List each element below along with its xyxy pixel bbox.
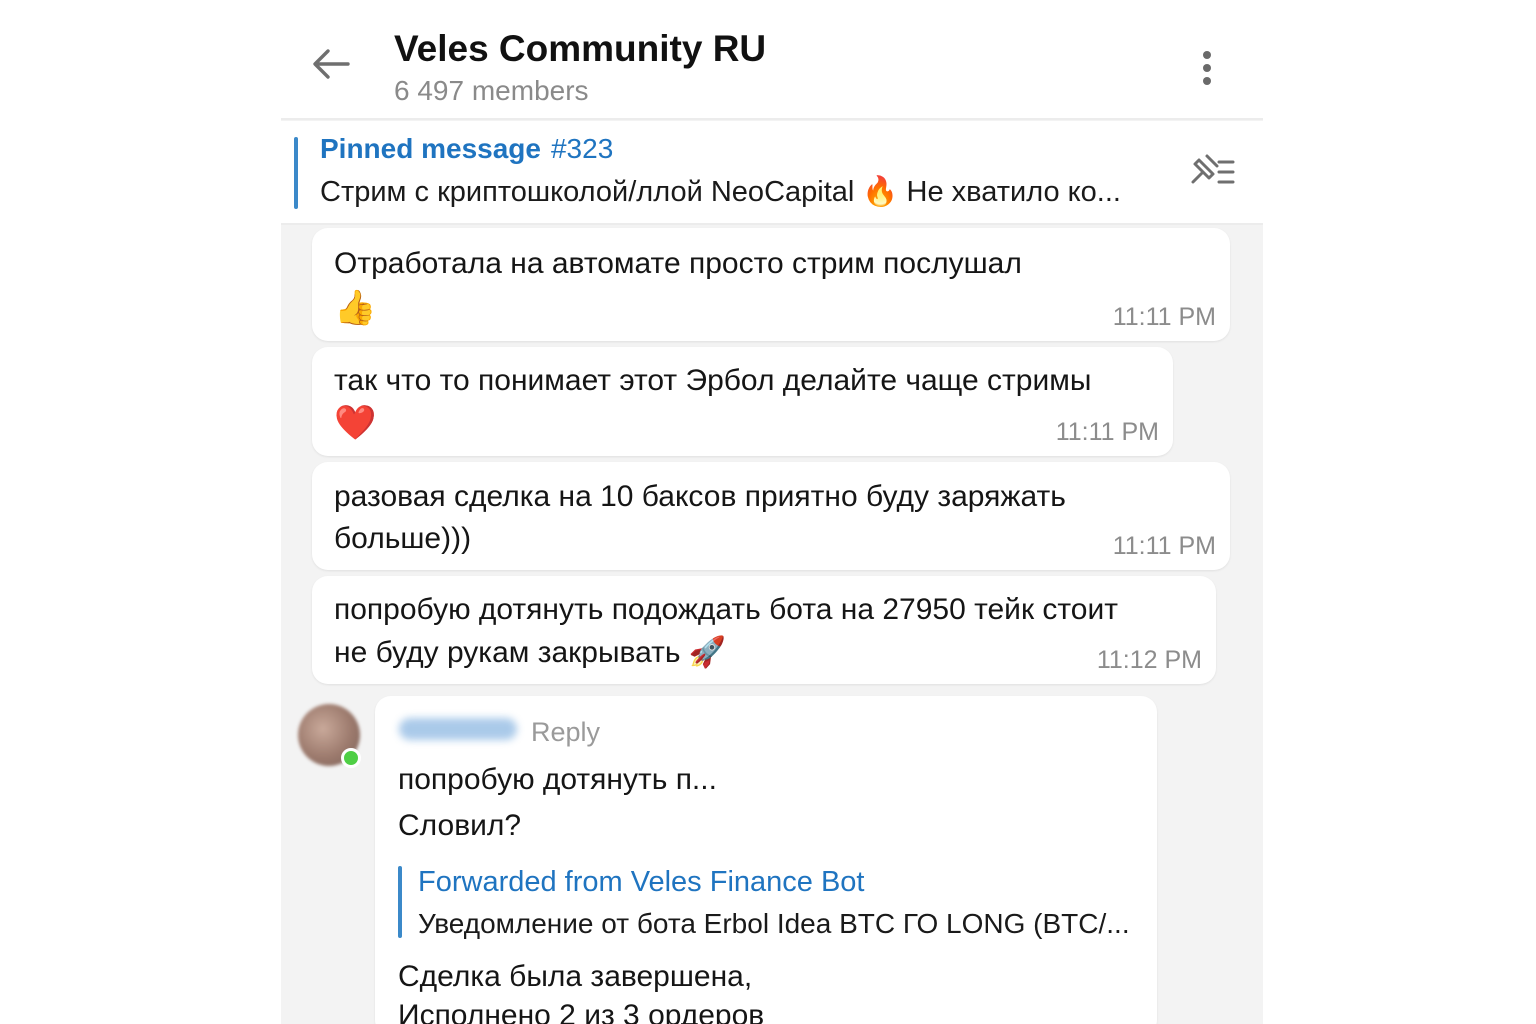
message-text: разовая сделка на 10 баксов приятно буду… bbox=[334, 480, 1066, 513]
online-indicator bbox=[341, 748, 361, 768]
pinned-message-bar[interactable]: Pinned message #323 Стрим с криптошколой/… bbox=[281, 121, 1263, 225]
forwarded-text: Уведомление от бота Erbol Idea BTC ГО LO… bbox=[418, 908, 1130, 939]
sender-name[interactable] bbox=[399, 718, 517, 740]
pinned-accent-line bbox=[294, 137, 298, 209]
pinned-label: Pinned message bbox=[320, 133, 541, 164]
forwarded-from[interactable]: Forwarded from Veles Finance Bot bbox=[418, 866, 864, 899]
pinned-list-button[interactable] bbox=[1185, 152, 1237, 196]
pinned-header: Pinned message #323 bbox=[320, 133, 613, 165]
chat-screen: Veles Community RU 6 497 members Pinned … bbox=[281, 0, 1263, 1024]
message-text: больше))) bbox=[334, 522, 472, 555]
message-text: попробую дотянуть подождать бота на 2795… bbox=[334, 593, 1118, 626]
chat-title[interactable]: Veles Community RU bbox=[394, 28, 766, 70]
member-count: 6 497 members bbox=[394, 75, 589, 106]
message-bubble[interactable]: Отработала на автомате просто стрим посл… bbox=[312, 228, 1230, 341]
pinned-list-icon bbox=[1191, 154, 1235, 184]
message-text: Исполнено 2 из 3 ордеров bbox=[398, 999, 765, 1024]
pinned-number: #323 bbox=[550, 133, 614, 164]
heart-emoji: ❤️ bbox=[334, 404, 377, 442]
message-text: Сделка была завершена, bbox=[398, 960, 753, 993]
message-bubble[interactable]: попробую дотянуть подождать бота на 2795… bbox=[312, 576, 1216, 684]
more-vertical-icon bbox=[1203, 51, 1211, 85]
message-time: 11:11 PM bbox=[1112, 532, 1216, 560]
message-bubble[interactable]: так что то понимает этот Эрбол делайте ч… bbox=[312, 347, 1173, 456]
message-text: Словил? bbox=[398, 809, 522, 842]
back-button[interactable] bbox=[307, 40, 355, 88]
chat-header: Veles Community RU 6 497 members bbox=[281, 0, 1263, 120]
reply-label: Reply bbox=[531, 717, 601, 747]
pinned-preview: Стрим с криптошколой/ллой NeoCapital 🔥 Н… bbox=[320, 176, 1121, 208]
arrow-left-icon bbox=[313, 49, 350, 79]
quoted-message[interactable]: попробую дотянуть п... bbox=[398, 758, 717, 801]
more-menu-button[interactable] bbox=[1187, 44, 1227, 92]
thumbs-up-emoji: 👍 bbox=[334, 289, 377, 327]
message-time: 11:11 PM bbox=[1112, 303, 1216, 331]
message-bubble[interactable]: разовая сделка на 10 баксов приятно буду… bbox=[312, 462, 1230, 570]
message-text: так что то понимает этот Эрбол делайте ч… bbox=[334, 364, 1092, 397]
message-text: не буду рукам закрывать 🚀 bbox=[334, 636, 727, 669]
message-text: Отработала на автомате просто стрим посл… bbox=[334, 247, 1022, 280]
forward-accent-line bbox=[398, 866, 402, 938]
message-time: 11:12 PM bbox=[1096, 646, 1202, 674]
message-time: 11:11 PM bbox=[1055, 418, 1159, 446]
